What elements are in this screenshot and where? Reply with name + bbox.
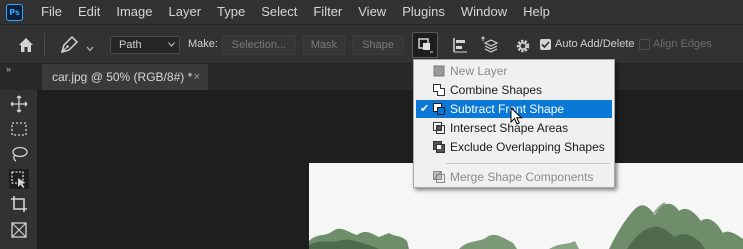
- menu-file[interactable]: File: [33, 0, 70, 24]
- make-selection-button[interactable]: Selection...: [222, 35, 296, 55]
- menu-item-new-layer[interactable]: New Layer: [416, 62, 612, 80]
- align-edges-label: Align Edges: [653, 38, 712, 50]
- path-arrangement-icon[interactable]: [480, 34, 502, 56]
- pen-tool-icon[interactable]: [58, 34, 80, 56]
- document-tab[interactable]: car.jpg @ 50% (RGB/8#) * ×: [42, 64, 208, 90]
- photoshop-logo[interactable]: Ps: [6, 3, 23, 21]
- menu-item-label: Subtract Front Shape: [450, 102, 565, 116]
- marquee-tool-icon[interactable]: [9, 119, 29, 139]
- menu-item-label: Combine Shapes: [450, 83, 543, 97]
- menu-item-combine-shapes[interactable]: Combine Shapes: [416, 81, 612, 99]
- merge-shape-components-icon: [433, 171, 445, 183]
- menu-edit[interactable]: Edit: [70, 0, 108, 24]
- menu-view[interactable]: View: [350, 0, 394, 24]
- menu-item-label: Exclude Overlapping Shapes: [450, 140, 605, 154]
- exclude-overlapping-shapes-icon: [433, 141, 445, 153]
- document-tab-bar: » car.jpg @ 50% (RGB/8#) * ×: [0, 64, 743, 90]
- menu-plugins[interactable]: Plugins: [394, 0, 453, 24]
- menu-type[interactable]: Type: [209, 0, 253, 24]
- lasso-tool-icon[interactable]: [9, 144, 29, 164]
- mouse-pointer-icon: [510, 107, 523, 126]
- close-icon[interactable]: ×: [194, 64, 200, 90]
- auto-add-delete-checkbox[interactable]: [540, 39, 551, 50]
- menu-item-label: Merge Shape Components: [450, 170, 594, 184]
- menu-separator: [446, 163, 610, 164]
- chevron-down-icon[interactable]: [86, 41, 94, 52]
- make-mask-button[interactable]: Mask: [303, 35, 345, 55]
- make-shape-button[interactable]: Shape: [352, 35, 404, 55]
- frame-tool-icon[interactable]: [9, 220, 29, 240]
- document-canvas[interactable]: [37, 90, 743, 249]
- menu-item-merge-shape-components[interactable]: Merge Shape Components: [416, 168, 612, 186]
- menu-help[interactable]: Help: [515, 0, 558, 24]
- new-layer-icon: [433, 65, 445, 77]
- chevron-down-icon: [168, 42, 175, 47]
- combine-shapes-icon: [433, 84, 445, 96]
- menu-filter[interactable]: Filter: [305, 0, 350, 24]
- path-operations-button[interactable]: [412, 32, 438, 58]
- checkmark-icon: ✔: [420, 103, 430, 115]
- document-tab-title: car.jpg @ 50% (RGB/8#) *: [52, 70, 193, 84]
- align-edges-checkbox[interactable]: [639, 39, 650, 50]
- options-divider: [44, 33, 45, 57]
- object-selection-tool-icon[interactable]: [9, 169, 29, 189]
- intersect-shape-areas-icon: [433, 122, 445, 134]
- tool-mode-select[interactable]: Path: [110, 36, 180, 54]
- menu-image[interactable]: Image: [108, 0, 160, 24]
- menu-bar: Ps File Edit Image Layer Type Select Fil…: [0, 0, 743, 24]
- menu-item-label: New Layer: [450, 64, 508, 78]
- collapse-panel-icon[interactable]: »: [6, 64, 11, 74]
- menu-layer[interactable]: Layer: [161, 0, 210, 24]
- subtract-front-shape-icon: [433, 103, 445, 115]
- menu-select[interactable]: Select: [253, 0, 305, 24]
- menu-window[interactable]: Window: [453, 0, 515, 24]
- options-bar: Path Make: Selection... Mask Shape Auto …: [0, 24, 743, 64]
- tools-panel: [0, 90, 37, 249]
- home-icon[interactable]: [16, 35, 36, 55]
- tool-mode-value: Path: [119, 39, 142, 51]
- make-label: Make:: [188, 38, 218, 50]
- crop-tool-icon[interactable]: [9, 194, 29, 214]
- gear-icon[interactable]: [514, 37, 532, 55]
- auto-add-delete-label: Auto Add/Delete: [555, 38, 635, 50]
- path-alignment-icon[interactable]: [450, 35, 470, 55]
- move-tool-icon[interactable]: [9, 94, 29, 114]
- menu-item-exclude-overlapping-shapes[interactable]: Exclude Overlapping Shapes: [416, 138, 612, 156]
